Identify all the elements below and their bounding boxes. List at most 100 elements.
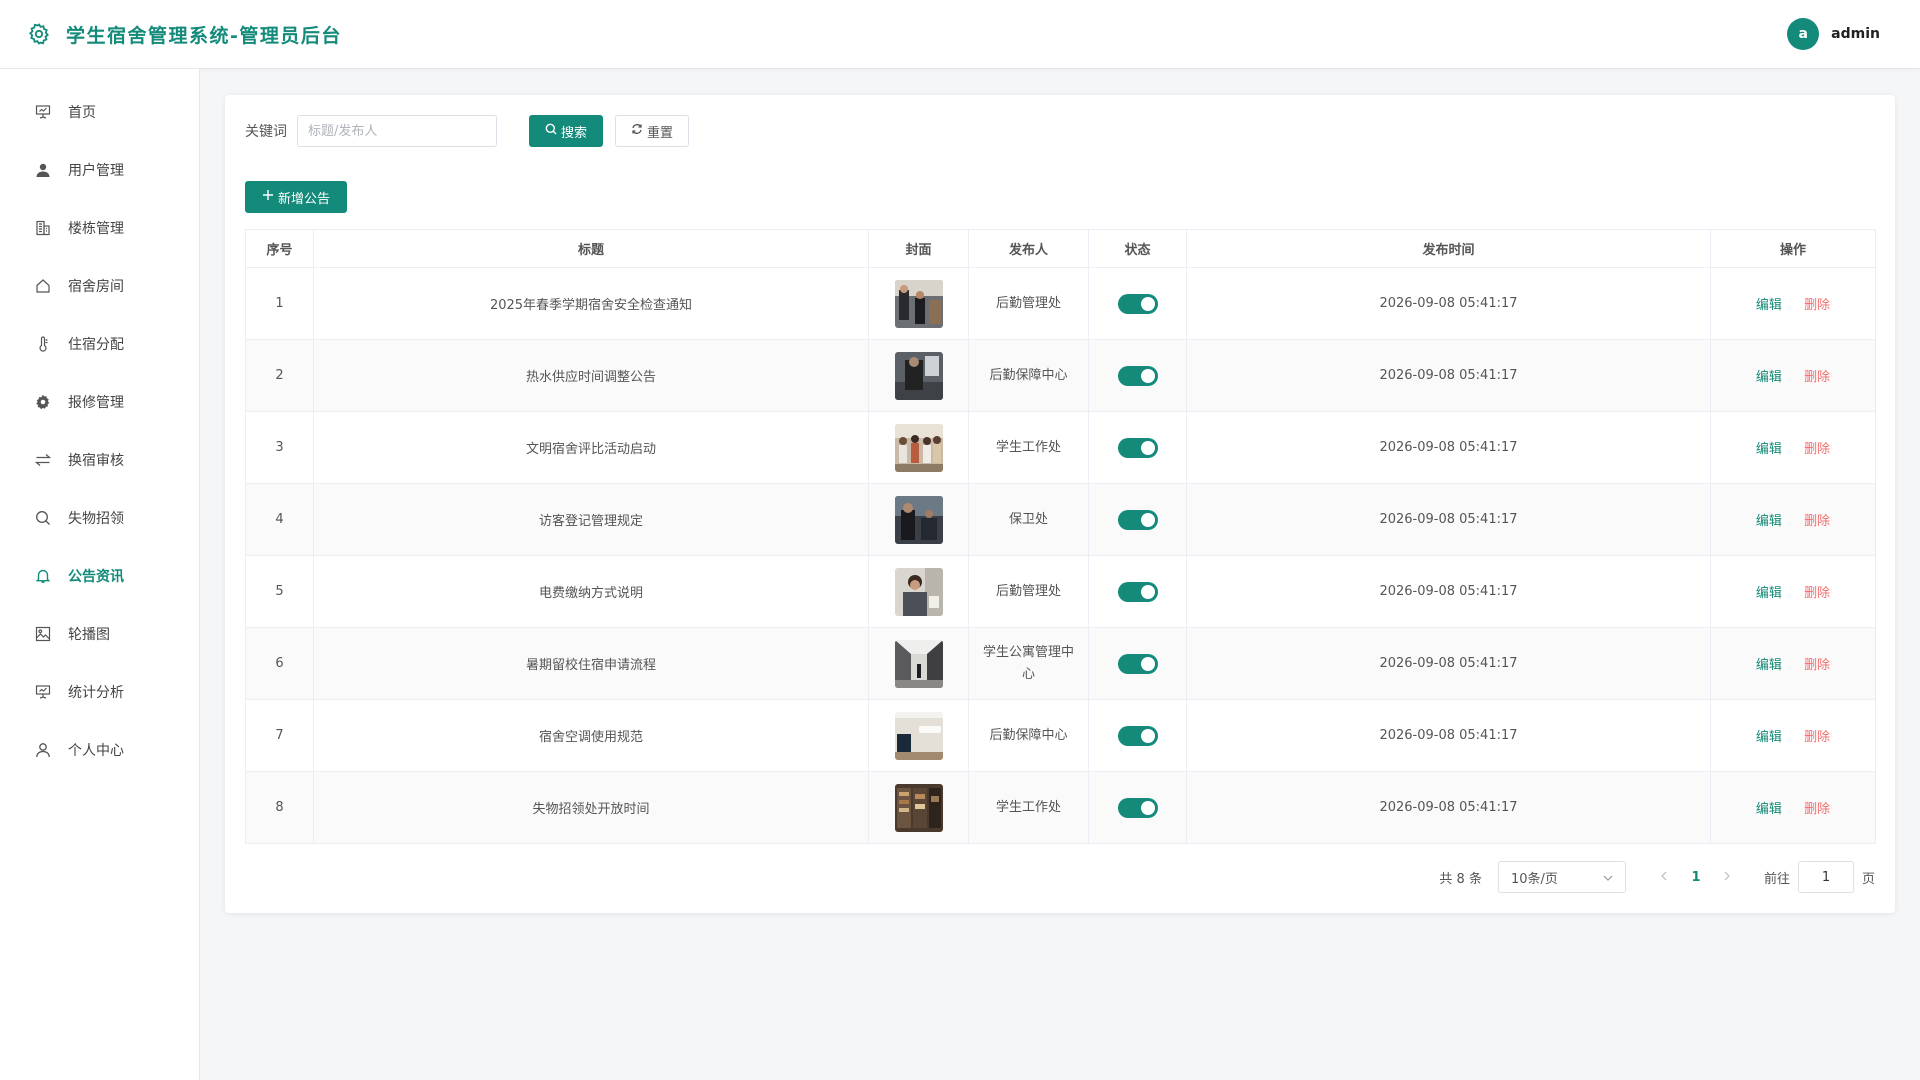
cell-title: 文明宿舍评比活动启动 <box>313 411 869 484</box>
cell-status <box>1088 411 1187 484</box>
sidebar-item[interactable]: 统计分析 <box>0 663 199 721</box>
cell-publisher: 学生公寓管理中心 <box>968 627 1089 700</box>
status-toggle[interactable] <box>1117 293 1158 314</box>
status-toggle[interactable] <box>1117 797 1158 818</box>
sidebar-item[interactable]: 宿舍房间 <box>0 257 199 315</box>
delete-button[interactable]: 删除 <box>1804 298 1830 313</box>
col-header-time: 发布时间 <box>1186 229 1711 268</box>
cell-no: 4 <box>245 483 314 556</box>
sidebar-item[interactable]: 住宿分配 <box>0 315 199 373</box>
brand: 学生宿舍管理系统-管理员后台 <box>26 21 342 48</box>
cover-image[interactable] <box>894 351 943 400</box>
switch-icon <box>34 451 52 469</box>
sidebar-item[interactable]: 报修管理 <box>0 373 199 431</box>
sidebar-item[interactable]: 换宿审核 <box>0 431 199 489</box>
delete-button[interactable]: 删除 <box>1804 730 1830 745</box>
sidebar-item[interactable]: 失物招领 <box>0 489 199 547</box>
goto-page-input[interactable] <box>1797 861 1854 893</box>
status-toggle[interactable] <box>1117 365 1158 386</box>
cell-actions: 编辑 删除 <box>1710 267 1876 340</box>
cover-image[interactable] <box>894 495 943 544</box>
plus-icon <box>262 189 274 205</box>
sidebar-item[interactable]: 用户管理 <box>0 141 199 199</box>
table-row: 1 2025年春季学期宿舍安全检查通知 后勤管理处 2026-09-08 05:… <box>245 267 1876 340</box>
delete-button[interactable]: 删除 <box>1804 370 1830 385</box>
cell-actions: 编辑 删除 <box>1710 411 1876 484</box>
avatar[interactable]: a <box>1787 18 1820 50</box>
delete-button[interactable]: 删除 <box>1804 802 1830 817</box>
thermometer-icon <box>34 335 52 353</box>
app-title: 学生宿舍管理系统-管理员后台 <box>66 24 342 47</box>
table-row: 6 暑期留校住宿申请流程 学生公寓管理中心 2026-09-08 05:41:1… <box>245 627 1876 700</box>
edit-button[interactable]: 编辑 <box>1756 298 1782 313</box>
add-announcement-button[interactable]: 新增公告 <box>245 181 347 213</box>
cover-image[interactable] <box>894 423 943 472</box>
sidebar-item[interactable]: 首页 <box>0 83 199 141</box>
cover-image[interactable] <box>894 711 943 760</box>
delete-button[interactable]: 删除 <box>1804 586 1830 601</box>
user-menu[interactable]: a admin <box>1787 18 1894 50</box>
status-toggle[interactable] <box>1117 437 1158 458</box>
sidebar: 首页用户管理楼栋管理 宿舍房间 住宿分配 报修管理 换宿审核失物招领公告资讯轮播图统计分… <box>0 69 200 1080</box>
cell-no: 5 <box>245 555 314 628</box>
col-header-cover: 封面 <box>868 229 969 268</box>
status-toggle[interactable] <box>1117 581 1158 602</box>
col-header-title: 标题 <box>313 229 869 268</box>
prev-page-button[interactable] <box>1650 870 1678 885</box>
edit-button[interactable]: 编辑 <box>1756 514 1782 529</box>
cell-publisher: 学生工作处 <box>968 411 1089 484</box>
cover-image[interactable] <box>894 567 943 616</box>
sidebar-item-label: 用户管理 <box>68 163 124 179</box>
sidebar-item-label: 个人中心 <box>68 743 124 759</box>
sidebar-item-label: 失物招领 <box>68 511 124 527</box>
col-header-no: 序号 <box>245 229 314 268</box>
status-toggle[interactable] <box>1117 509 1158 530</box>
col-header-publisher: 发布人 <box>968 229 1089 268</box>
cell-publisher: 保卫处 <box>968 483 1089 556</box>
search-button-label: 搜索 <box>560 125 587 141</box>
sidebar-item-label: 统计分析 <box>68 685 124 701</box>
delete-button[interactable]: 删除 <box>1804 514 1830 529</box>
cell-cover <box>868 483 969 556</box>
cell-status <box>1088 483 1187 556</box>
delete-button[interactable]: 删除 <box>1804 658 1830 673</box>
edit-button[interactable]: 编辑 <box>1756 730 1782 745</box>
table-row: 8 失物招领处开放时间 学生工作处 2026-09-08 05:41:17 编辑… <box>245 771 1876 844</box>
status-toggle[interactable] <box>1117 725 1158 746</box>
page-size-select[interactable]: 10条/页 <box>1497 861 1626 893</box>
cell-actions: 编辑 删除 <box>1710 483 1876 556</box>
cover-image[interactable] <box>894 639 943 688</box>
user-outline-icon <box>34 741 52 759</box>
sidebar-item[interactable]: 楼栋管理 <box>0 199 199 257</box>
edit-button[interactable]: 编辑 <box>1756 802 1782 817</box>
building-icon <box>34 219 52 237</box>
sidebar-item[interactable]: 个人中心 <box>0 721 199 779</box>
table-row: 5 电费缴纳方式说明 后勤管理处 2026-09-08 05:41:17 编辑 … <box>245 555 1876 628</box>
cell-actions: 编辑 删除 <box>1710 627 1876 700</box>
edit-button[interactable]: 编辑 <box>1756 442 1782 457</box>
cell-status <box>1088 267 1187 340</box>
cell-time: 2026-09-08 05:41:17 <box>1186 267 1711 340</box>
sidebar-item[interactable]: 轮播图 <box>0 605 199 663</box>
edit-button[interactable]: 编辑 <box>1756 658 1782 673</box>
cover-image[interactable] <box>894 279 943 328</box>
bell-icon <box>34 567 52 585</box>
reset-button[interactable]: 重置 <box>615 115 689 147</box>
cover-image[interactable] <box>894 783 943 832</box>
search-button[interactable]: 搜索 <box>529 115 603 147</box>
cell-no: 1 <box>245 267 314 340</box>
sidebar-item-label: 公告资讯 <box>68 569 124 585</box>
cell-cover <box>868 555 969 628</box>
status-toggle[interactable] <box>1117 653 1158 674</box>
announcement-table: 序号 标题 封面 发布人 状态 发布时间 操作 1 2025年春季学期宿舍安全检… <box>245 229 1876 844</box>
page-number-current[interactable]: 1 <box>1678 870 1714 885</box>
cell-title: 暑期留校住宿申请流程 <box>313 627 869 700</box>
delete-button[interactable]: 删除 <box>1804 442 1830 457</box>
sidebar-item[interactable]: 公告资讯 <box>0 547 199 605</box>
next-page-button[interactable] <box>1714 870 1742 885</box>
picture-icon <box>34 625 52 643</box>
edit-button[interactable]: 编辑 <box>1756 370 1782 385</box>
edit-button[interactable]: 编辑 <box>1756 586 1782 601</box>
keyword-input[interactable] <box>297 115 497 147</box>
username[interactable]: admin <box>1831 26 1880 42</box>
